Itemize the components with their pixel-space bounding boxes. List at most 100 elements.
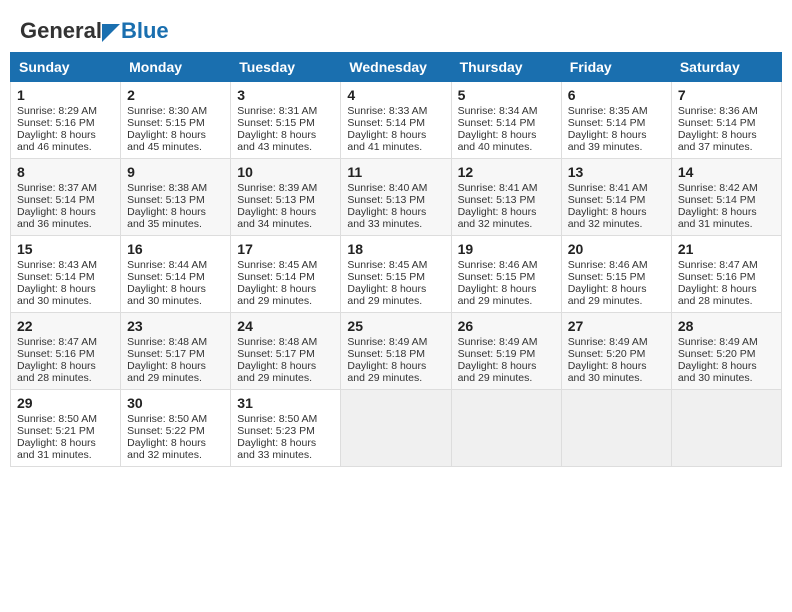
daylight-text: Daylight: 8 hours and 40 minutes. [458,129,537,153]
calendar-day-cell: 11Sunrise: 8:40 AMSunset: 5:13 PMDayligh… [341,159,451,236]
sunrise-text: Sunrise: 8:38 AM [127,182,207,194]
daylight-text: Daylight: 8 hours and 29 minutes. [347,283,426,307]
daylight-text: Daylight: 8 hours and 36 minutes. [17,206,96,230]
day-number: 1 [17,87,114,103]
sunrise-text: Sunrise: 8:50 AM [17,413,97,425]
sunset-text: Sunset: 5:19 PM [458,348,536,360]
day-number: 25 [347,318,444,334]
sunset-text: Sunset: 5:14 PM [568,117,646,129]
logo: General Blue [20,20,169,42]
daylight-text: Daylight: 8 hours and 37 minutes. [678,129,757,153]
sunrise-text: Sunrise: 8:33 AM [347,105,427,117]
weekday-header-thursday: Thursday [451,53,561,82]
daylight-text: Daylight: 8 hours and 43 minutes. [237,129,316,153]
day-number: 29 [17,395,114,411]
calendar-day-cell: 31Sunrise: 8:50 AMSunset: 5:23 PMDayligh… [231,390,341,467]
daylight-text: Daylight: 8 hours and 31 minutes. [678,206,757,230]
calendar-day-cell [341,390,451,467]
day-number: 15 [17,241,114,257]
sunset-text: Sunset: 5:16 PM [678,271,756,283]
daylight-text: Daylight: 8 hours and 29 minutes. [568,283,647,307]
day-number: 14 [678,164,775,180]
calendar-day-cell: 19Sunrise: 8:46 AMSunset: 5:15 PMDayligh… [451,236,561,313]
weekday-header-monday: Monday [121,53,231,82]
sunrise-text: Sunrise: 8:45 AM [237,259,317,271]
daylight-text: Daylight: 8 hours and 29 minutes. [237,283,316,307]
day-number: 30 [127,395,224,411]
sunrise-text: Sunrise: 8:46 AM [458,259,538,271]
sunrise-text: Sunrise: 8:34 AM [458,105,538,117]
daylight-text: Daylight: 8 hours and 33 minutes. [237,437,316,461]
sunset-text: Sunset: 5:23 PM [237,425,315,437]
sunset-text: Sunset: 5:15 PM [347,271,425,283]
daylight-text: Daylight: 8 hours and 32 minutes. [568,206,647,230]
calendar-day-cell [671,390,781,467]
calendar-day-cell: 18Sunrise: 8:45 AMSunset: 5:15 PMDayligh… [341,236,451,313]
daylight-text: Daylight: 8 hours and 32 minutes. [458,206,537,230]
day-number: 24 [237,318,334,334]
daylight-text: Daylight: 8 hours and 35 minutes. [127,206,206,230]
daylight-text: Daylight: 8 hours and 29 minutes. [127,360,206,384]
daylight-text: Daylight: 8 hours and 45 minutes. [127,129,206,153]
day-number: 17 [237,241,334,257]
daylight-text: Daylight: 8 hours and 29 minutes. [458,283,537,307]
calendar-day-cell: 29 Sunrise: 8:50 AMSunset: 5:21 PMDayligh… [11,390,121,467]
daylight-text: Daylight: 8 hours and 28 minutes. [17,360,96,384]
calendar-day-cell: 2Sunrise: 8:30 AMSunset: 5:15 PMDaylight… [121,82,231,159]
sunrise-text: Sunrise: 8:48 AM [237,336,317,348]
calendar-day-cell: 7Sunrise: 8:36 AMSunset: 5:14 PMDaylight… [671,82,781,159]
sunrise-text: Sunrise: 8:49 AM [458,336,538,348]
sunset-text: Sunset: 5:13 PM [347,194,425,206]
day-number: 23 [127,318,224,334]
sunset-text: Sunset: 5:15 PM [568,271,646,283]
logo-general: General [20,20,102,42]
weekday-header-friday: Friday [561,53,671,82]
sunset-text: Sunset: 5:15 PM [127,117,205,129]
sunrise-text: Sunrise: 8:42 AM [678,182,758,194]
calendar-day-cell: 4Sunrise: 8:33 AMSunset: 5:14 PMDaylight… [341,82,451,159]
sunset-text: Sunset: 5:20 PM [678,348,756,360]
calendar-day-cell: 26Sunrise: 8:49 AMSunset: 5:19 PMDayligh… [451,313,561,390]
calendar-day-cell: 20Sunrise: 8:46 AMSunset: 5:15 PMDayligh… [561,236,671,313]
calendar-day-cell: 15Sunrise: 8:43 AMSunset: 5:14 PMDayligh… [11,236,121,313]
daylight-text: Daylight: 8 hours and 28 minutes. [678,283,757,307]
sunset-text: Sunset: 5:14 PM [568,194,646,206]
sunrise-text: Sunrise: 8:43 AM [17,259,97,271]
daylight-text: Daylight: 8 hours and 34 minutes. [237,206,316,230]
sunrise-text: Sunrise: 8:46 AM [568,259,648,271]
sunrise-text: Sunrise: 8:49 AM [678,336,758,348]
sunrise-text: Sunrise: 8:29 AM [17,105,97,117]
day-number: 21 [678,241,775,257]
daylight-text: Daylight: 8 hours and 29 minutes. [458,360,537,384]
logo-text: General Blue [20,20,169,42]
weekday-header-saturday: Saturday [671,53,781,82]
calendar-day-cell: 24Sunrise: 8:48 AMSunset: 5:17 PMDayligh… [231,313,341,390]
sunrise-text: Sunrise: 8:41 AM [568,182,648,194]
sunset-text: Sunset: 5:14 PM [678,194,756,206]
calendar-header: SundayMondayTuesdayWednesdayThursdayFrid… [11,53,782,82]
weekday-header-sunday: Sunday [11,53,121,82]
sunset-text: Sunset: 5:21 PM [17,425,95,437]
daylight-text: Daylight: 8 hours and 30 minutes. [127,283,206,307]
sunset-text: Sunset: 5:15 PM [458,271,536,283]
day-number: 2 [127,87,224,103]
sunrise-text: Sunrise: 8:48 AM [127,336,207,348]
calendar-table: SundayMondayTuesdayWednesdayThursdayFrid… [10,52,782,467]
sunrise-text: Sunrise: 8:40 AM [347,182,427,194]
calendar-week-row: 8Sunrise: 8:37 AMSunset: 5:14 PMDaylight… [11,159,782,236]
sunrise-text: Sunrise: 8:49 AM [568,336,648,348]
sunrise-text: Sunrise: 8:41 AM [458,182,538,194]
daylight-text: Daylight: 8 hours and 30 minutes. [678,360,757,384]
daylight-text: Daylight: 8 hours and 31 minutes. [17,437,96,461]
sunset-text: Sunset: 5:14 PM [237,271,315,283]
sunset-text: Sunset: 5:15 PM [237,117,315,129]
day-number: 7 [678,87,775,103]
calendar-day-cell: 5Sunrise: 8:34 AMSunset: 5:14 PMDaylight… [451,82,561,159]
daylight-text: Daylight: 8 hours and 29 minutes. [237,360,316,384]
calendar-day-cell: 9Sunrise: 8:38 AMSunset: 5:13 PMDaylight… [121,159,231,236]
day-number: 4 [347,87,444,103]
daylight-text: Daylight: 8 hours and 32 minutes. [127,437,206,461]
sunrise-text: Sunrise: 8:47 AM [17,336,97,348]
calendar-week-row: 22Sunrise: 8:47 AMSunset: 5:16 PMDayligh… [11,313,782,390]
sunrise-text: Sunrise: 8:50 AM [237,413,317,425]
